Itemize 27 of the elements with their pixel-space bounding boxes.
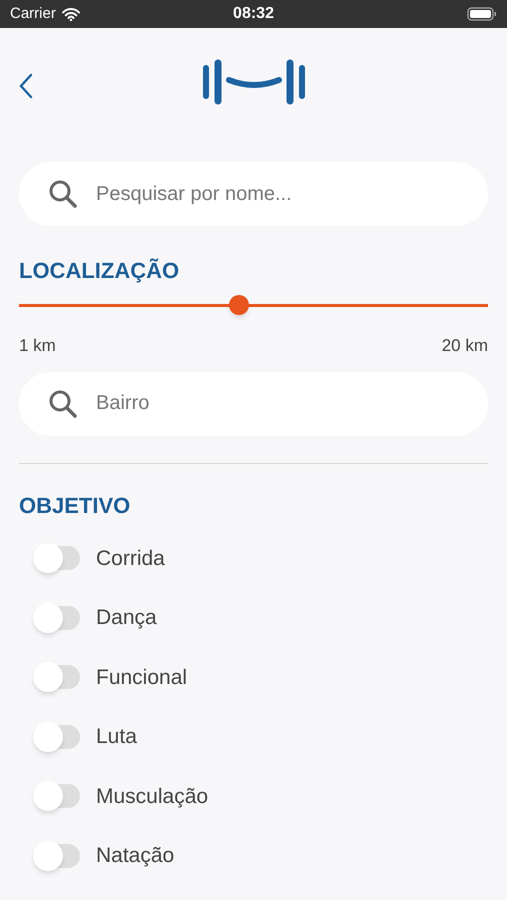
slider-track[interactable] <box>19 295 488 315</box>
toggle-switch[interactable] <box>33 606 80 630</box>
neighborhood-field[interactable]: Bairro <box>19 372 488 436</box>
min-distance-label: 1 km <box>19 335 56 357</box>
toggle-switch[interactable] <box>33 844 80 868</box>
search-field[interactable]: Pesquisar por nome... <box>19 162 488 226</box>
battery-icon <box>467 7 497 21</box>
back-button[interactable] <box>18 73 34 99</box>
search-icon <box>47 388 79 420</box>
carrier-label: Carrier <box>10 4 56 24</box>
option-label: Funcional <box>96 664 188 690</box>
search-icon <box>47 178 79 210</box>
toggle-switch[interactable] <box>33 546 80 570</box>
option-label: Corrida <box>96 546 165 572</box>
toggle-switch[interactable] <box>33 784 80 808</box>
toggle-switch[interactable] <box>33 724 80 749</box>
option-label: Luta <box>96 724 137 750</box>
slider-thumb[interactable] <box>229 295 250 315</box>
wifi-icon <box>62 8 80 20</box>
option-label: Musculação <box>96 784 208 810</box>
section-title: LOCALIZAÇÃO <box>19 257 180 285</box>
option-label: Natação <box>96 843 174 869</box>
toggle-switch[interactable] <box>33 665 80 690</box>
max-distance-label: 20 km <box>442 335 488 357</box>
section-title: OBJETIVO <box>19 492 132 520</box>
option-label: Dança <box>96 605 157 631</box>
clock: 08:32 <box>233 4 274 24</box>
